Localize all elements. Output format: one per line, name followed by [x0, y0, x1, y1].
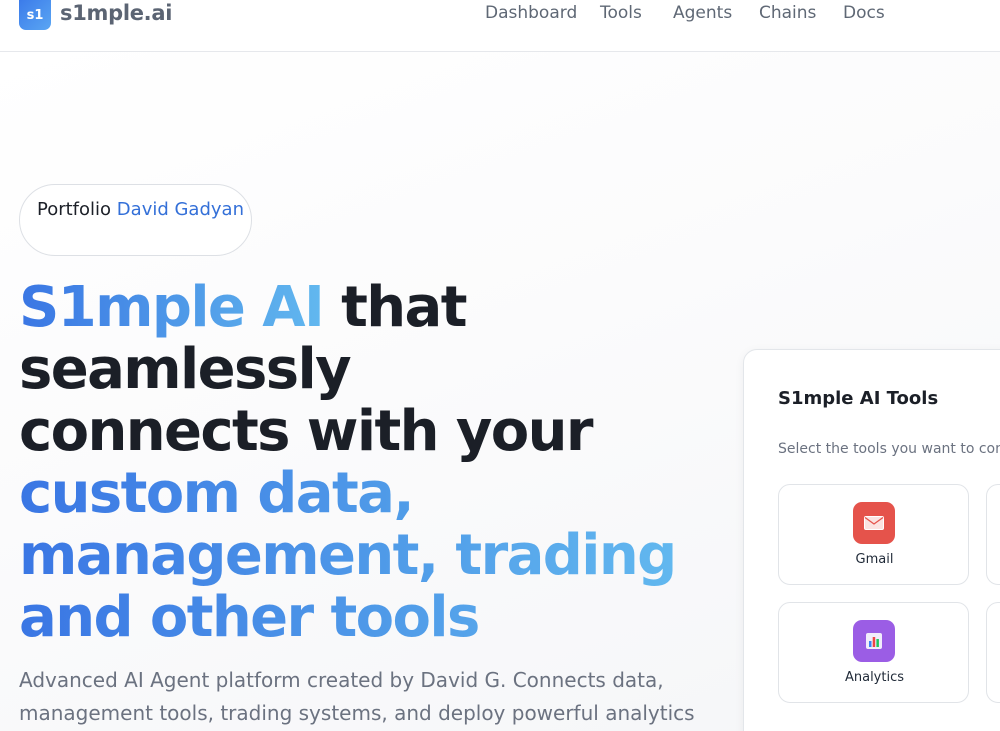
tool-tile-partial[interactable]	[986, 602, 1000, 703]
top-navbar: s1 s1mple.ai Dashboard Tools Agents Chai…	[0, 0, 1000, 52]
tools-card-title: S1mple AI Tools	[778, 388, 939, 409]
portfolio-author-name[interactable]: David Gadyan	[117, 199, 244, 220]
nav-docs[interactable]: Docs	[843, 3, 885, 23]
tools-card-description: Select the tools you want to conn	[778, 441, 1000, 457]
page: s1 s1mple.ai Dashboard Tools Agents Chai…	[0, 0, 1000, 731]
main-nav: Dashboard Tools Agents Chains Docs	[0, 3, 1000, 27]
headline-that: that	[323, 275, 467, 340]
portfolio-prefix: Portfolio	[37, 199, 112, 220]
envelope-icon	[853, 502, 895, 544]
headline-line-5: management, trading	[19, 523, 677, 588]
tool-label: Gmail	[855, 552, 894, 567]
headline-line-3: connects with your	[19, 399, 594, 464]
bar-chart-icon	[853, 620, 895, 662]
tools-card: S1mple AI Tools Select the tools you wan…	[743, 349, 1000, 731]
tool-label: Analytics	[844, 670, 905, 685]
hero-headline: S1mple AI that seamlessly connects with …	[19, 277, 677, 649]
tool-tile-gmail[interactable]: Gmail	[778, 484, 969, 585]
tool-tile-analytics[interactable]: Analytics	[778, 602, 969, 703]
tool-tile-partial[interactable]	[986, 484, 1000, 585]
portfolio-badge[interactable]: Portfolio David Gadyan	[19, 184, 252, 256]
nav-agents[interactable]: Agents	[673, 3, 732, 23]
headline-brand: S1mple AI	[19, 275, 325, 340]
headline-line-2: seamlessly	[19, 337, 352, 402]
nav-chains[interactable]: Chains	[759, 3, 816, 23]
hero-description: Advanced AI Agent platform created by Da…	[19, 668, 695, 725]
headline-line-6: and other tools	[19, 587, 676, 649]
nav-dashboard[interactable]: Dashboard	[485, 3, 577, 23]
headline-line-1: S1mple AI that	[19, 277, 676, 339]
portfolio-text: Portfolio David Gadyan	[37, 199, 244, 220]
nav-tools[interactable]: Tools	[600, 3, 642, 23]
headline-line-4: custom data,	[19, 463, 676, 525]
